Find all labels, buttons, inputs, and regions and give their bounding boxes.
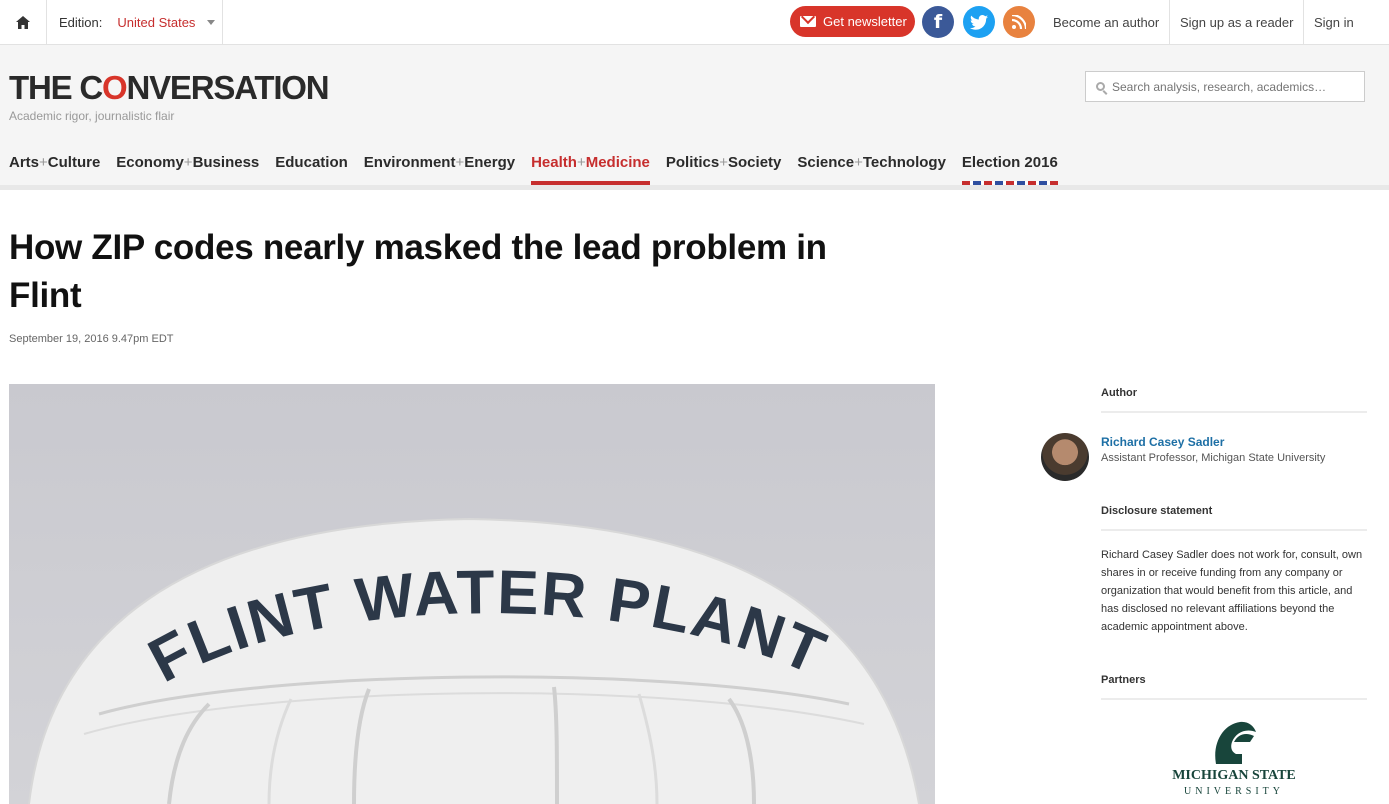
become-author-link[interactable]: Become an author bbox=[1043, 0, 1169, 44]
envelope-icon bbox=[800, 16, 816, 27]
author-avatar[interactable] bbox=[1041, 433, 1089, 481]
nav-economy-business[interactable]: Economy + Business bbox=[116, 146, 259, 185]
twitter-icon[interactable] bbox=[963, 6, 995, 38]
chevron-down-icon bbox=[207, 19, 216, 25]
logo-text-start: THE C bbox=[9, 69, 103, 106]
sign-up-reader-link[interactable]: Sign up as a reader bbox=[1169, 0, 1303, 44]
partner-name-line1[interactable]: MICHIGAN STATE bbox=[1172, 768, 1296, 784]
author-name-link[interactable]: Richard Casey Sadler bbox=[1101, 435, 1224, 449]
search-input[interactable] bbox=[1112, 79, 1352, 94]
nav-education[interactable]: Education bbox=[275, 146, 348, 185]
logo-speech-bubble-o: O bbox=[102, 69, 128, 106]
article-date: September 19, 2016 9.47pm EDT bbox=[9, 333, 174, 345]
sign-in-link[interactable]: Sign in bbox=[1303, 0, 1364, 44]
nav-divider bbox=[0, 185, 1389, 190]
nav-science-technology[interactable]: Science + Technology bbox=[797, 146, 946, 185]
nav-health-medicine[interactable]: Health + Medicine bbox=[531, 146, 650, 185]
search-icon bbox=[1096, 82, 1105, 91]
partners-heading: Partners bbox=[1101, 674, 1146, 686]
partner-name-line2[interactable]: UNIVERSITY bbox=[1172, 786, 1296, 797]
section-nav: Arts + Culture Economy + Business Educat… bbox=[9, 146, 1074, 185]
newsletter-label: Get newsletter bbox=[823, 14, 907, 29]
site-logo[interactable]: THE CONVERSATION bbox=[9, 69, 330, 106]
disclosure-divider bbox=[1101, 529, 1367, 531]
logo-text-end: NVERSATION bbox=[126, 69, 329, 106]
home-icon bbox=[16, 15, 30, 29]
author-role: Assistant Professor, Michigan State Univ… bbox=[1101, 452, 1326, 464]
nav-arts-culture[interactable]: Arts + Culture bbox=[9, 146, 100, 185]
article-hero-image[interactable]: FLINT WATER PLANT bbox=[9, 384, 935, 804]
article-title: How ZIP codes nearly masked the lead pro… bbox=[9, 228, 827, 315]
disclosure-text: Richard Casey Sadler does not work for, … bbox=[1101, 549, 1363, 633]
disclosure-heading: Disclosure statement bbox=[1101, 505, 1213, 517]
author-heading: Author bbox=[1101, 387, 1138, 399]
author-divider bbox=[1101, 411, 1367, 413]
nav-election-2016[interactable]: Election 2016 bbox=[961, 146, 1058, 185]
nav-environment-energy[interactable]: Environment + Energy bbox=[364, 146, 515, 185]
edition-value[interactable]: United States bbox=[117, 15, 195, 30]
home-button[interactable] bbox=[0, 0, 47, 44]
search-box[interactable] bbox=[1085, 71, 1365, 102]
nav-politics-society[interactable]: Politics + Society bbox=[666, 146, 781, 185]
facebook-icon[interactable]: f bbox=[922, 6, 954, 38]
tagline: Academic rigor, journalistic flair bbox=[9, 109, 175, 123]
get-newsletter-button[interactable]: Get newsletter bbox=[790, 6, 915, 37]
rss-icon[interactable] bbox=[1003, 6, 1035, 38]
partners-divider bbox=[1101, 698, 1367, 700]
edition-label: Edition: bbox=[59, 14, 103, 30]
site-header: THE CONVERSATION Academic rigor, journal… bbox=[0, 45, 1389, 185]
edition-selector[interactable]: Edition: United States bbox=[47, 0, 223, 44]
water-tower-image: FLINT WATER PLANT bbox=[28, 517, 920, 804]
top-bar: Edition: United States Get newsletter f … bbox=[0, 0, 1389, 45]
